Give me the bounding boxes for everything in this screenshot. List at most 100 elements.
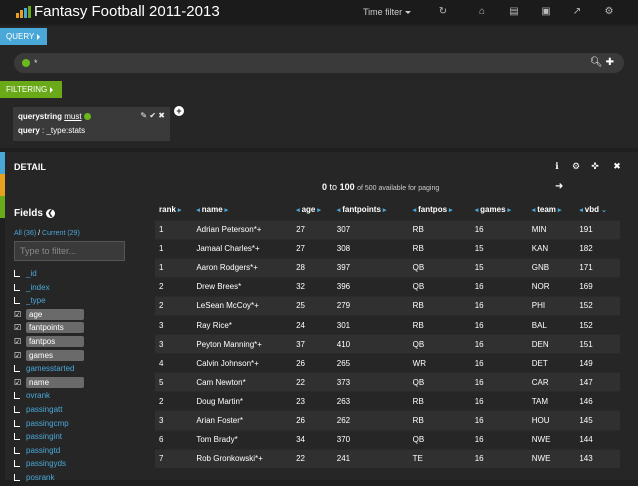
- column-header-vbd[interactable]: ◂ vbd ⌄: [575, 200, 620, 220]
- checkbox-unchecked-icon[interactable]: [14, 365, 20, 373]
- field-name[interactable]: name: [26, 376, 84, 388]
- checkbox-unchecked-icon[interactable]: [14, 405, 20, 413]
- field-name[interactable]: games: [26, 349, 84, 361]
- share-icon[interactable]: ↗: [571, 6, 583, 17]
- table-row[interactable]: 2 Doug Martin* 23 263 RB 16 TAM 146: [155, 391, 620, 411]
- field-name[interactable]: _id: [26, 269, 37, 278]
- table-row[interactable]: 7 Rob Gronkowski*+ 22 241 TE 16 NWE 143: [155, 448, 620, 469]
- column-header-fantpoints[interactable]: ◂ fantpoints ▸: [333, 200, 409, 220]
- field-name[interactable]: ovrank: [26, 391, 50, 400]
- move-column-right-icon[interactable]: ▸: [176, 207, 182, 214]
- field-item[interactable]: ☑ age: [14, 308, 134, 323]
- column-header-name[interactable]: ◂ name ▸: [192, 200, 292, 220]
- table-row[interactable]: 3 Arian Foster* 26 262 RB 16 HOU 145: [155, 410, 620, 431]
- table-row[interactable]: 2 Drew Brees* 32 396 QB 16 NOR 169: [155, 276, 620, 297]
- filter-status-dot-icon[interactable]: [83, 113, 91, 121]
- checkbox-unchecked-icon[interactable]: [14, 283, 20, 291]
- field-filter-input[interactable]: [14, 241, 125, 261]
- field-item[interactable]: ☑ fantpos: [14, 335, 134, 350]
- home-icon[interactable]: ⌂: [476, 6, 488, 17]
- table-row[interactable]: 5 Cam Newton* 22 373 QB 16 CAR 147: [155, 372, 620, 392]
- column-header-rank[interactable]: rank ▸: [155, 200, 192, 220]
- query-status-dot-icon[interactable]: [22, 59, 30, 67]
- checkbox-unchecked-icon[interactable]: [14, 419, 20, 427]
- table-row[interactable]: 1 Adrian Peterson*+ 27 307 RB 16 MIN 191: [155, 219, 620, 240]
- save-icon[interactable]: ▣: [540, 6, 552, 17]
- table-row[interactable]: 1 Jamaal Charles*+ 27 308 RB 15 KAN 182: [155, 238, 620, 259]
- add-filter-button[interactable]: +: [174, 106, 184, 116]
- table-row[interactable]: 3 Ray Rice* 24 301 RB 16 BAL 152: [155, 314, 620, 335]
- move-column-right-icon[interactable]: ▸: [315, 207, 321, 214]
- info-icon[interactable]: ℹ: [552, 161, 562, 172]
- column-header-team[interactable]: ◂ team ▸: [528, 200, 576, 220]
- field-name[interactable]: passingatt: [26, 405, 62, 414]
- search-icon[interactable]: 🔍︎: [590, 57, 603, 68]
- field-item[interactable]: ☑ games: [14, 349, 134, 364]
- checkbox-checked-icon[interactable]: ☑: [14, 324, 22, 332]
- field-item[interactable]: ☑ name: [14, 376, 134, 391]
- gear-icon[interactable]: ⚙: [571, 161, 581, 172]
- checkbox-unchecked-icon[interactable]: [14, 460, 20, 468]
- field-item[interactable]: passingcmp: [14, 418, 134, 432]
- table-row[interactable]: 3 Peyton Manning*+ 37 410 QB 16 DEN 151: [155, 334, 620, 354]
- field-item[interactable]: gamesstarted: [14, 363, 134, 377]
- move-icon[interactable]: ✜: [590, 161, 600, 172]
- field-item[interactable]: passingatt: [14, 404, 134, 418]
- gear-icon[interactable]: ⚙: [603, 6, 615, 17]
- checkbox-unchecked-icon[interactable]: [14, 446, 20, 454]
- field-name[interactable]: passingtd: [26, 446, 60, 455]
- refresh-icon[interactable]: ↻: [437, 6, 449, 17]
- sort-descending-icon[interactable]: ⌄: [599, 207, 607, 214]
- chevron-left-icon[interactable]: ❮: [45, 208, 55, 218]
- move-column-right-icon[interactable]: ▸: [381, 207, 387, 214]
- close-icon[interactable]: ✖: [612, 161, 622, 172]
- column-header-games[interactable]: ◂ games ▸: [471, 200, 528, 220]
- table-row[interactable]: 1 Aaron Rodgers*+ 28 397 QB 15 GNB 171: [155, 257, 620, 278]
- checkbox-unchecked-icon[interactable]: [14, 270, 20, 277]
- field-item[interactable]: passingyds: [14, 458, 134, 472]
- fields-all-link[interactable]: All (36): [14, 230, 36, 237]
- table-row[interactable]: 4 Calvin Johnson*+ 26 265 WR 16 DET 149: [155, 353, 620, 373]
- checkbox-checked-icon[interactable]: ☑: [14, 351, 22, 360]
- field-item[interactable]: passingint: [14, 431, 134, 445]
- checkbox-unchecked-icon[interactable]: [14, 433, 20, 441]
- folder-open-icon[interactable]: ▤: [508, 6, 520, 17]
- checkbox-checked-icon[interactable]: ☑: [14, 310, 22, 319]
- fields-current-link[interactable]: Current (29): [42, 230, 80, 237]
- field-name[interactable]: passingyds: [26, 459, 66, 468]
- checkbox-unchecked-icon[interactable]: [14, 392, 20, 400]
- field-name[interactable]: posrank: [26, 473, 54, 482]
- next-page-arrow-icon[interactable]: ➜: [555, 181, 563, 192]
- column-header-fantpos[interactable]: ◂ fantpos ▸: [409, 200, 471, 220]
- check-icon[interactable]: ✔: [149, 111, 156, 120]
- filter-mode-link[interactable]: must: [64, 112, 81, 121]
- move-column-right-icon[interactable]: ▸: [556, 207, 562, 214]
- field-name[interactable]: age: [26, 308, 84, 320]
- field-item[interactable]: _index: [14, 282, 134, 296]
- field-name[interactable]: fantpos: [26, 335, 84, 347]
- edit-icon[interactable]: ✎: [140, 111, 147, 120]
- field-name[interactable]: _type: [26, 296, 46, 305]
- add-query-icon[interactable]: ✚: [606, 57, 614, 68]
- column-header-age[interactable]: ◂ age ▸: [292, 200, 333, 220]
- field-name[interactable]: passingint: [26, 432, 62, 441]
- time-filter-dropdown[interactable]: Time filter: [363, 7, 412, 17]
- checkbox-checked-icon[interactable]: ☑: [14, 378, 22, 387]
- field-name[interactable]: _index: [26, 283, 50, 292]
- table-row[interactable]: 2 LeSean McCoy*+ 25 279 RB 16 PHI 152: [155, 295, 620, 316]
- field-item[interactable]: posrank: [14, 472, 134, 486]
- query-toggle-button[interactable]: QUERY: [0, 28, 47, 45]
- checkbox-checked-icon[interactable]: ☑: [14, 337, 22, 346]
- table-row[interactable]: 6 Tom Brady* 34 370 QB 16 NWE 144: [155, 429, 620, 450]
- close-icon[interactable]: ✖: [158, 111, 165, 120]
- field-name[interactable]: gamesstarted: [26, 364, 74, 373]
- field-item[interactable]: passingtd: [14, 445, 134, 459]
- field-item[interactable]: ☑ fantpoints: [14, 322, 134, 336]
- query-input[interactable]: [34, 56, 594, 70]
- move-column-right-icon[interactable]: ▸: [223, 207, 229, 214]
- move-column-right-icon[interactable]: ▸: [506, 207, 511, 214]
- field-name[interactable]: fantpoints: [26, 322, 84, 334]
- filtering-toggle-button[interactable]: FILTERING: [0, 81, 62, 98]
- field-item[interactable]: ovrank: [14, 390, 134, 404]
- field-item[interactable]: _type: [14, 295, 134, 309]
